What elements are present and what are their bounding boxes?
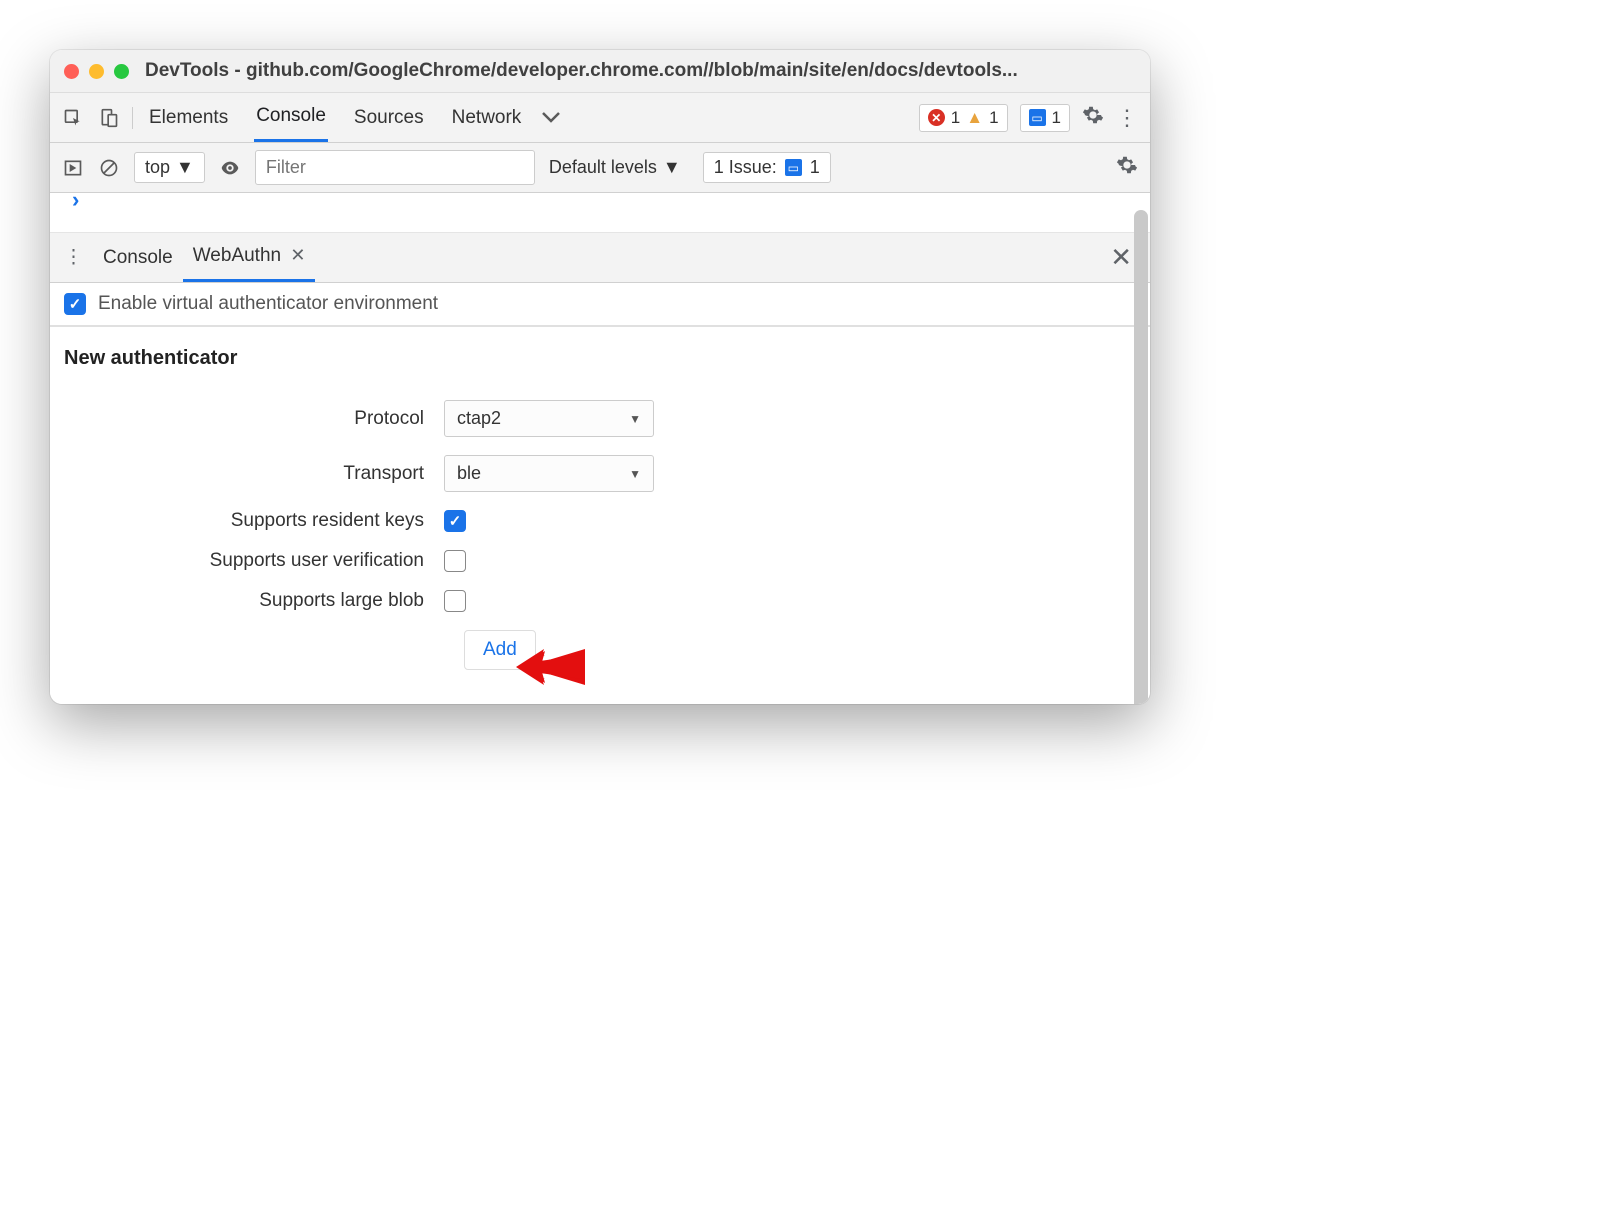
protocol-value: ctap2 — [457, 408, 501, 429]
warning-count: 1 — [989, 108, 998, 128]
device-toggle-icon[interactable] — [98, 107, 120, 129]
error-icon: ✕ — [928, 109, 945, 126]
enable-virtual-auth-label: Enable virtual authenticator environment — [98, 293, 438, 315]
large-blob-checkbox[interactable] — [444, 590, 466, 612]
message-count: 1 — [1052, 108, 1061, 128]
more-tabs-icon[interactable] — [541, 107, 561, 129]
close-window-icon[interactable] — [64, 64, 79, 79]
issue-icon: ▭ — [785, 159, 802, 176]
close-drawer-icon[interactable]: ✕ — [1104, 242, 1138, 273]
protocol-label: Protocol — [64, 408, 444, 430]
large-blob-label: Supports large blob — [64, 590, 444, 612]
minimize-window-icon[interactable] — [89, 64, 104, 79]
dropdown-caret-icon: ▼ — [629, 412, 641, 426]
error-count: 1 — [951, 108, 960, 128]
devtools-window: DevTools - github.com/GoogleChrome/devel… — [50, 50, 1150, 704]
console-toolbar: top ▼ Default levels ▼ 1 Issue: ▭ 1 — [50, 143, 1150, 193]
issues-badge[interactable]: 1 Issue: ▭ 1 — [703, 152, 831, 183]
drawer-tab-webauthn[interactable]: WebAuthn ✕ — [183, 233, 316, 282]
transport-select[interactable]: ble ▼ — [444, 455, 654, 492]
log-levels-selector[interactable]: Default levels ▼ — [549, 157, 681, 178]
messages-badge[interactable]: ▭ 1 — [1020, 104, 1070, 132]
tab-sources[interactable]: Sources — [352, 95, 426, 141]
message-icon: ▭ — [1029, 109, 1046, 126]
window-title: DevTools - github.com/GoogleChrome/devel… — [145, 60, 1018, 82]
tab-console[interactable]: Console — [254, 93, 328, 142]
transport-value: ble — [457, 463, 481, 484]
drawer-tab-console[interactable]: Console — [93, 235, 183, 281]
zoom-window-icon[interactable] — [114, 64, 129, 79]
resident-keys-checkbox[interactable] — [444, 510, 466, 532]
console-settings-gear-icon[interactable] — [1116, 154, 1138, 182]
error-warning-badge[interactable]: ✕ 1 ▲ 1 — [919, 104, 1008, 132]
console-output-area[interactable]: › — [50, 193, 1150, 233]
main-tabbar: Elements Console Sources Network ✕ 1 ▲ 1… — [50, 93, 1150, 143]
warning-icon: ▲ — [966, 108, 983, 128]
issues-label: 1 Issue: — [714, 157, 777, 178]
live-expression-icon[interactable] — [219, 157, 241, 179]
settings-gear-icon[interactable] — [1082, 104, 1104, 132]
inspect-element-icon[interactable] — [62, 107, 84, 129]
execution-context-icon[interactable] — [62, 157, 84, 179]
tab-elements[interactable]: Elements — [147, 95, 230, 141]
vertical-scrollbar[interactable] — [1134, 210, 1148, 704]
close-tab-icon[interactable]: ✕ — [290, 245, 305, 265]
enable-virtual-auth-row: Enable virtual authenticator environment — [50, 283, 1150, 327]
dropdown-caret-icon: ▼ — [176, 157, 194, 178]
levels-label: Default levels — [549, 157, 657, 178]
user-verification-label: Supports user verification — [64, 550, 444, 572]
issues-count: 1 — [810, 157, 820, 178]
clear-console-icon[interactable] — [98, 157, 120, 179]
new-authenticator-panel: New authenticator Protocol ctap2 ▼ Trans… — [50, 327, 1150, 704]
resident-keys-label: Supports resident keys — [64, 510, 444, 532]
traffic-lights — [64, 64, 129, 79]
context-selector[interactable]: top ▼ — [134, 152, 205, 183]
console-prompt-icon: › — [72, 187, 79, 213]
user-verification-checkbox[interactable] — [444, 550, 466, 572]
filter-input[interactable] — [255, 150, 535, 185]
dropdown-caret-icon: ▼ — [629, 467, 641, 481]
transport-label: Transport — [64, 463, 444, 485]
window-titlebar: DevTools - github.com/GoogleChrome/devel… — [50, 50, 1150, 93]
more-menu-icon[interactable]: ⋮ — [1116, 105, 1138, 131]
drawer-more-icon[interactable]: ⋮ — [62, 246, 93, 269]
enable-virtual-auth-checkbox[interactable] — [64, 293, 86, 315]
dropdown-caret-icon: ▼ — [663, 157, 681, 178]
drawer-tab-webauthn-label: WebAuthn — [193, 245, 281, 266]
drawer-tabbar: ⋮ Console WebAuthn ✕ ✕ — [50, 233, 1150, 283]
annotation-arrow-icon — [510, 637, 590, 703]
tab-network[interactable]: Network — [450, 95, 524, 141]
section-title: New authenticator — [64, 347, 1136, 370]
protocol-select[interactable]: ctap2 ▼ — [444, 400, 654, 437]
context-value: top — [145, 157, 170, 178]
